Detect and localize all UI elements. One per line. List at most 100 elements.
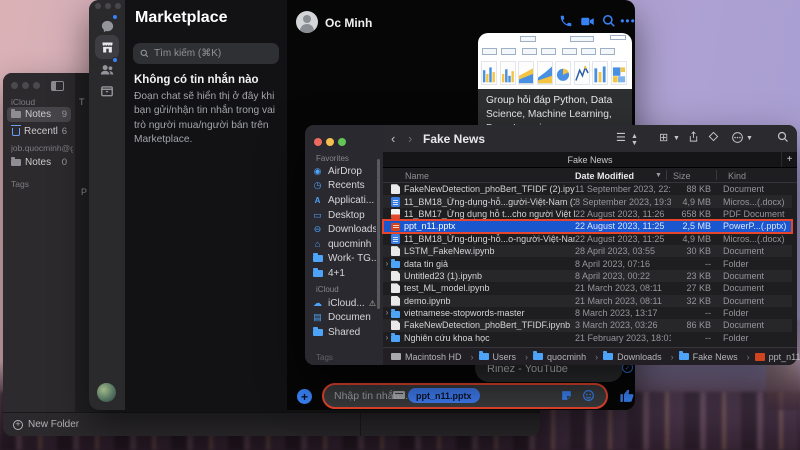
file-icon [391,233,400,244]
path-segment[interactable]: ppt_n11.pptx [754,352,800,362]
search-icon[interactable] [600,12,618,30]
attach-plus-button[interactable]: + [297,389,312,404]
tag-icon[interactable] [708,131,719,142]
file-size: 2,5 MB [682,221,711,232]
notes-folder-list: Notes 9 Recentl... 6 [3,107,75,141]
disclosure-icon[interactable] [383,309,391,317]
tab-fake-news[interactable]: Fake News [567,155,612,165]
table-row[interactable]: 11_BM18_Ứng-dụng-hỗ...o-người-Việt-Nam.d… [383,233,792,245]
chevron-down-icon: ▼ [673,135,680,142]
table-row[interactable]: test_ML_model.ipynb 21 March 2023, 08:11… [383,282,792,294]
file-size: 4,9 MB [682,233,711,244]
table-row[interactable]: Untitled23 (1).ipynb 8 April 2023, 00:22… [383,269,792,283]
path-segment[interactable]: quocminh [533,351,603,362]
finder-sidebar-item[interactable]: Work- TG... [309,252,379,267]
table-row[interactable]: FakeNewDetection_phoBert_TFIDF.ipynb 3 M… [383,319,792,332]
column-size[interactable]: Size [673,171,691,181]
sticker-icon[interactable] [560,389,574,403]
sort-chevron-icon[interactable]: ▼ [655,172,662,179]
column-divider[interactable] [666,170,667,180]
phone-call-icon[interactable] [557,12,575,30]
forward-button[interactable]: › [408,131,412,146]
sidebar-item-icon: ☁ [313,297,322,308]
finder-sidebar-item[interactable]: ◷ Recents [309,179,379,194]
finder-toolbar: ‹ › Fake News ☰ ▲ ▼ ⊞ ▼ ▼ [383,125,797,152]
finder-sidebar-item[interactable]: ☁ iCloud... ⚠ [309,296,379,311]
warning-icon: ⚠ [368,298,376,308]
new-tab-button[interactable]: + [781,152,797,167]
notes-sidebar-item[interactable]: Recentl... 6 [7,124,71,139]
file-kind: Folder [723,258,749,269]
path-segment-icon [754,352,765,361]
file-list: FakeNewDetection_phoBert_TFIDF (2).ipynb… [382,183,793,344]
file-size: 658 KB [681,208,711,219]
video-call-icon[interactable] [578,12,596,30]
path-segment[interactable]: Fake News [678,351,755,362]
list-view-icon[interactable]: ☰ [616,131,626,144]
search-icon[interactable] [777,131,789,143]
path-segment[interactable]: Users [478,351,534,362]
notes-sidebar-item[interactable]: Notes 0 [7,155,71,170]
thumbs-up-icon[interactable] [619,387,636,404]
more-actions-icon[interactable] [731,131,744,144]
table-row[interactable]: demo.ipynb 21 March 2023, 08:11 32 KB Do… [383,294,792,307]
share-icon[interactable] [688,131,699,143]
messenger-traffic-lights[interactable] [95,3,121,9]
sidebar-item-icon [312,267,323,277]
emoji-icon[interactable] [582,389,596,403]
table-row[interactable]: vietnamese-stopwords-master 8 March 2023… [383,307,792,319]
requests-icon[interactable] [95,79,119,103]
sidebar-scrollbar[interactable] [377,159,380,309]
marketplace-empty-body: Đoạn chat sẽ hiển thị ở đây khi bạn gửi/… [134,91,276,146]
table-row[interactable]: data tin giả 8 April 2023, 07:16 -- Fold… [383,257,792,269]
column-divider[interactable] [716,170,717,180]
sidebar-section-favorites: Favorites [316,154,349,163]
user-avatar[interactable] [97,383,116,402]
table-row[interactable]: 11_BM18_Ứng-dụng-hỗ...gười-Việt-Nam (1).… [383,195,792,208]
message-input[interactable]: Nhập tin nhắn... ppt_n11.pptx [322,383,608,409]
column-name[interactable]: Name [405,171,429,181]
view-stepper-icon[interactable]: ▲ ▼ [631,133,638,147]
sidebar-toggle-icon[interactable] [51,81,64,91]
finder-sidebar-item[interactable]: A Applicati... [309,193,379,208]
attachment-chip[interactable]: ppt_n11.pptx [408,388,480,403]
marketplace-search-input[interactable]: Tìm kiếm (⌘K) [133,43,279,64]
contact-avatar[interactable] [296,11,318,33]
finder-traffic-lights[interactable] [314,138,346,146]
finder-sidebar-item[interactable]: ⌂ quocminh [309,237,379,252]
file-name: LSTM_FakeNew.ipynb [404,246,495,257]
file-kind: Micros...(.docx) [723,233,785,244]
finder-sidebar-item[interactable]: 4+1 [309,266,379,281]
column-kind[interactable]: Kind [728,171,746,181]
notes-sidebar-item[interactable]: Notes 9 [7,107,71,122]
messenger-nav-strip [89,0,125,410]
file-kind: PDF Document [723,208,785,219]
finder-sidebar-item[interactable]: ◉ AirDrop [309,164,379,179]
finder-sidebar-item[interactable]: ▭ Desktop [309,208,379,223]
sidebar-icloud-list: ☁ iCloud... ⚠ ▤ Documents Shared [309,296,379,340]
table-row[interactable]: Nghiên cứu khoa học 21 February 2023, 18… [383,332,792,344]
group-view-icon[interactable]: ⊞ [659,131,668,144]
back-button[interactable]: ‹ [391,131,395,146]
table-row[interactable]: 11_BM17_Ứng dụng hỗ t...cho người Việt N… [383,208,792,220]
marketplace-icon[interactable] [95,35,119,59]
new-folder-button[interactable]: New Folder [28,419,79,430]
table-row[interactable]: LSTM_FakeNew.ipynb 28 April 2023, 03:55 … [383,244,792,258]
file-kind: Document [723,270,765,281]
finder-sidebar-item[interactable]: ⊖ Downloads [309,222,379,237]
disclosure-icon[interactable] [383,334,391,342]
path-segment[interactable]: Downloads [603,351,679,362]
path-segment[interactable]: Macintosh HD [391,352,479,362]
finder-sidebar-item[interactable]: ▤ Documents [309,311,379,326]
table-row[interactable]: ppt_n11.pptx 22 August 2023, 11:25 2,5 M… [382,219,793,234]
column-date-modified[interactable]: Date Modified [575,171,634,181]
more-options-icon[interactable]: ••• [619,12,637,30]
notes-traffic-lights[interactable] [11,82,40,89]
disclosure-icon[interactable] [383,260,391,268]
table-row[interactable]: FakeNewDetection_phoBert_TFIDF (2).ipynb… [383,183,792,195]
notes-item-count: 0 [61,157,67,168]
sidebar-section-icloud: iCloud [316,285,339,294]
finder-sidebar-item[interactable]: Shared [309,325,379,340]
file-date: 22 August 2023, 11:25 [575,221,665,232]
people-icon[interactable] [95,57,119,81]
